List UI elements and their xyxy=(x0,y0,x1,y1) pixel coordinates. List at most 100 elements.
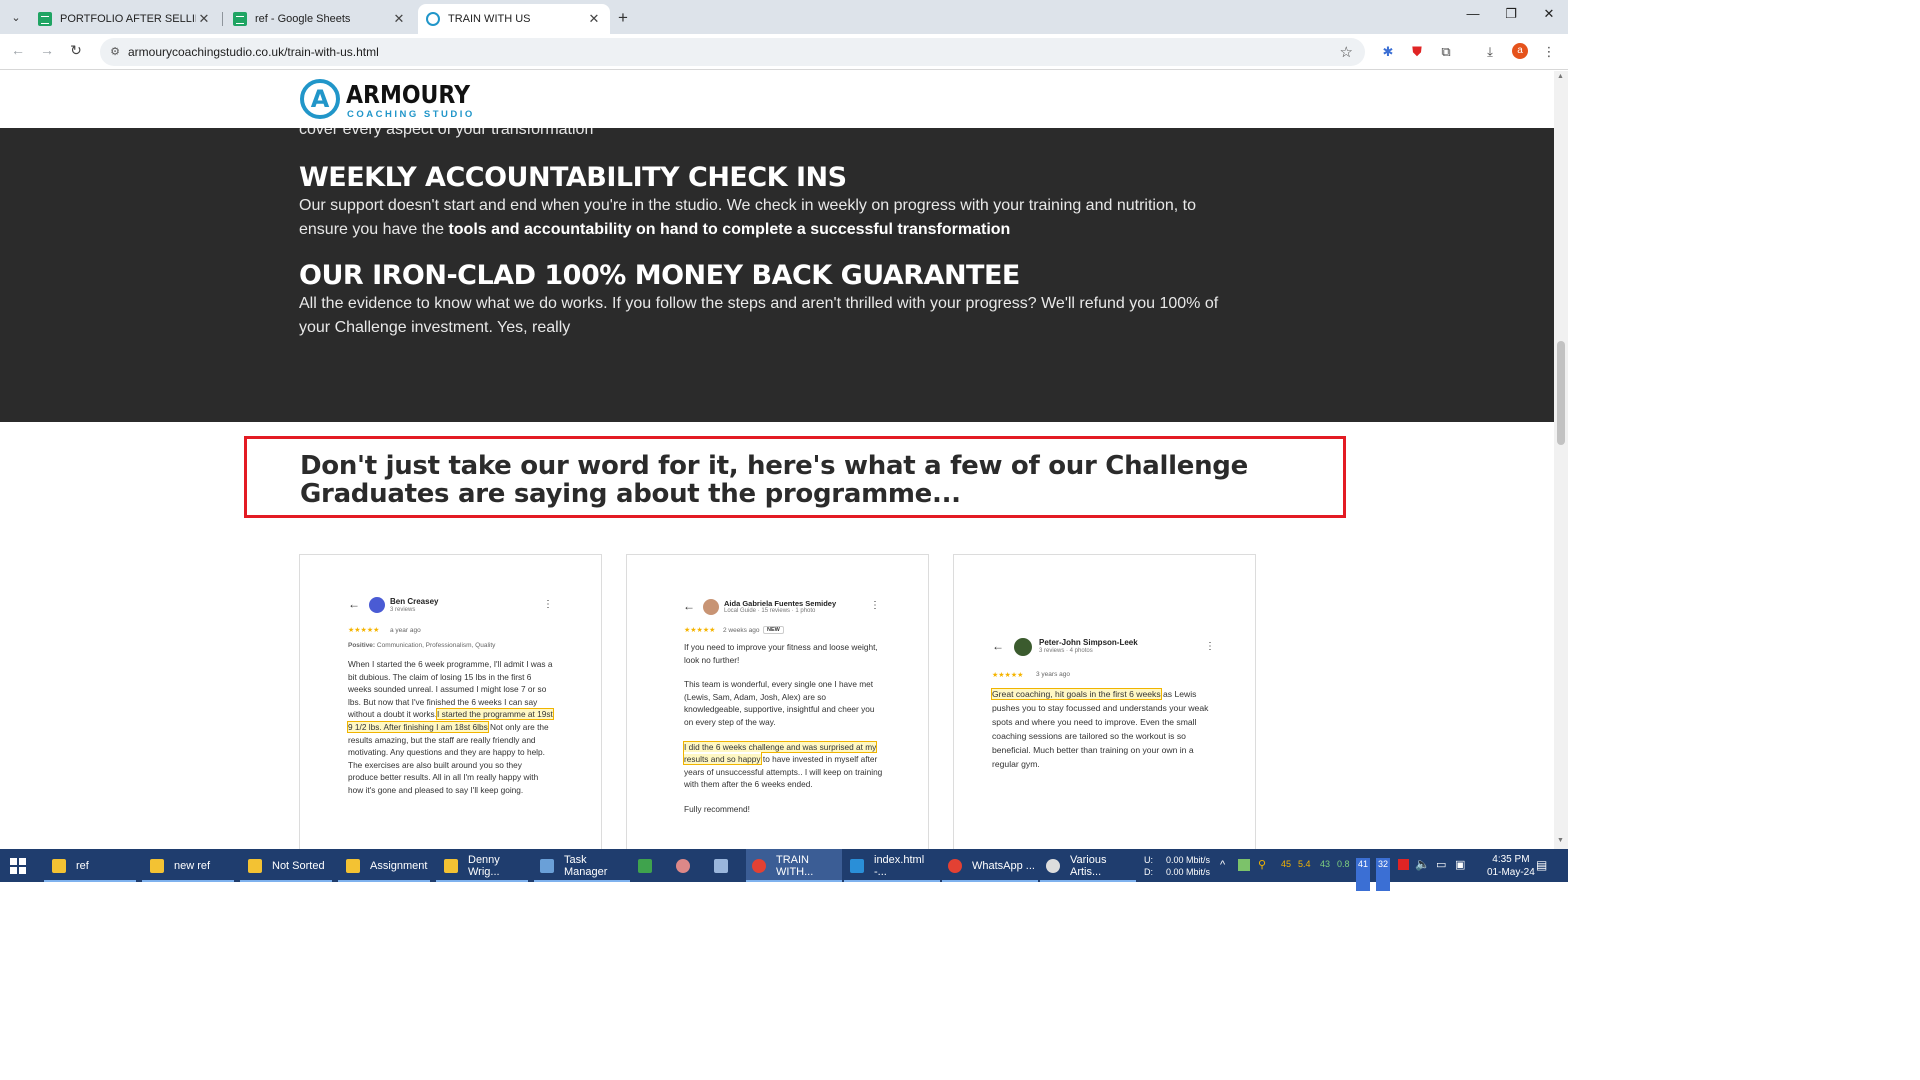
review-paragraph: If you need to improve your fitness and … xyxy=(684,642,878,665)
tray-chevron-icon[interactable]: ^ xyxy=(1220,859,1225,892)
clock[interactable]: 4:35 PM 01-May-24 xyxy=(1487,853,1535,879)
taskbar-pinned-app[interactable] xyxy=(676,849,700,882)
reviewer-meta: 3 reviews · 4 photos xyxy=(1039,648,1093,654)
spreadsheet-app-icon xyxy=(638,858,652,873)
shield-extension-icon[interactable]: ⛊ xyxy=(1409,44,1425,60)
upload-rate: 0.00 Mbit/s xyxy=(1166,855,1211,865)
minimize-icon[interactable]: — xyxy=(1458,6,1488,21)
reload-icon[interactable]: ↻ xyxy=(66,42,86,59)
toolbar: ← → ↻ ⚙ armourycoachingstudio.co.uk/trai… xyxy=(0,34,1568,70)
taskbar-item-vscode[interactable]: index.html -... xyxy=(844,849,940,882)
star-rating: ★★★★★ xyxy=(348,627,380,634)
armoury-logo-icon[interactable]: A xyxy=(300,79,340,119)
taskbar-label: new ref xyxy=(174,859,211,872)
positive-label: Positive: xyxy=(348,642,376,649)
scroll-up-icon[interactable]: ▲ xyxy=(1557,73,1564,80)
tab-ref-sheets[interactable]: ref - Google Sheets ✕ xyxy=(225,4,415,34)
accountability-text: Our support doesn't start and end when y… xyxy=(299,194,1239,242)
notifications-icon[interactable]: ▤ xyxy=(1536,858,1547,891)
menu-icon[interactable]: ⋮ xyxy=(1541,44,1557,60)
tray-badge[interactable]: 32 xyxy=(1376,858,1391,891)
scroll-down-icon[interactable]: ▼ xyxy=(1557,837,1564,844)
avatar xyxy=(703,599,719,615)
close-icon[interactable]: ✕ xyxy=(196,11,212,27)
review-text-b: as Lewis pushes you to stay focussed and… xyxy=(992,689,1209,769)
taskbar-pinned-app[interactable] xyxy=(714,849,738,882)
taskbar-pinned-app[interactable] xyxy=(638,849,662,882)
extension-icon[interactable]: ✱ xyxy=(1380,44,1396,60)
tray-search-icon[interactable]: ⚲ xyxy=(1258,858,1266,891)
tray-app-icon[interactable] xyxy=(1238,859,1250,871)
more-icon: ⋮ xyxy=(543,599,553,610)
review-text: When I started the 6 week programme, I'l… xyxy=(347,658,554,797)
tab-separator xyxy=(222,12,223,26)
vscode-icon xyxy=(850,858,864,873)
chrome-app-icon xyxy=(948,858,962,873)
tab-search-icon[interactable]: ⌄ xyxy=(6,8,26,26)
review-card: ← Peter-John Simpson-Leek 3 reviews · 4 … xyxy=(953,554,1256,849)
taskbar: ref new ref Not Sorted Assignment Denny … xyxy=(0,849,1568,891)
taskbar-item-whatsapp[interactable]: WhatsApp ... xyxy=(942,849,1038,882)
logo-subtitle: COACHING STUDIO xyxy=(347,109,475,120)
tab-title: ref - Google Sheets xyxy=(255,13,351,25)
taskbar-item-music[interactable]: Various Artis... xyxy=(1040,849,1136,882)
review-paragraph: I did the 6 weeks challenge and was surp… xyxy=(682,740,884,791)
url-text[interactable]: armourycoachingstudio.co.uk/train-with-u… xyxy=(128,45,379,59)
taskbar-item-ref[interactable]: ref xyxy=(44,849,136,882)
reviewer-meta: 3 reviews xyxy=(390,607,416,613)
new-tab-button[interactable]: + xyxy=(618,8,628,28)
download-rate: 0.00 Mbit/s xyxy=(1166,867,1211,877)
taskbar-item-not-sorted[interactable]: Not Sorted xyxy=(240,849,332,882)
address-bar[interactable]: ⚙ armourycoachingstudio.co.uk/train-with… xyxy=(100,38,1365,66)
scroll-thumb[interactable] xyxy=(1557,341,1565,445)
more-icon: ⋮ xyxy=(870,600,880,611)
back-icon[interactable]: ← xyxy=(8,42,28,58)
tab-portfolio[interactable]: PORTFOLIO AFTER SELLING - G ✕ xyxy=(30,4,220,34)
forward-icon[interactable]: → xyxy=(37,42,57,58)
page-scrollbar[interactable]: ▲ ▼ xyxy=(1554,71,1568,849)
clock-time: 4:35 PM xyxy=(1492,854,1530,865)
positive-tags: Positive: Communication, Professionalism… xyxy=(348,642,495,649)
upload-label: U: xyxy=(1144,855,1153,865)
network-icon[interactable]: ▣ xyxy=(1455,858,1465,891)
taskbar-item-new-ref[interactable]: new ref xyxy=(142,849,234,882)
taskbar-label: TRAIN WITH... xyxy=(776,853,814,878)
guarantee-heading: OUR IRON-CLAD 100% MONEY BACK GUARANTEE xyxy=(299,260,1020,291)
site-header: A ARMOURY COACHING STUDIO xyxy=(0,71,1554,128)
windows-start-icon[interactable] xyxy=(10,858,26,874)
back-arrow-icon: ← xyxy=(348,597,360,611)
taskbar-item-chrome[interactable]: TRAIN WITH... xyxy=(746,849,842,882)
logo-name[interactable]: ARMOURY xyxy=(346,80,470,109)
puzzle-icon[interactable]: ⧉ xyxy=(1438,44,1454,60)
restore-icon[interactable]: ❐ xyxy=(1496,6,1526,22)
taskbar-item-denny[interactable]: Denny Wrig... xyxy=(436,849,528,882)
close-icon[interactable]: ✕ xyxy=(586,11,602,27)
profile-avatar[interactable]: a xyxy=(1512,43,1528,59)
taskbar-item-task-manager[interactable]: Task Manager xyxy=(534,849,630,882)
site-info-icon[interactable]: ⚙ xyxy=(108,45,122,59)
tray-badge[interactable]: 41 xyxy=(1356,858,1371,891)
window-close-icon[interactable]: ✕ xyxy=(1534,6,1564,22)
taskbar-item-assignment[interactable]: Assignment xyxy=(338,849,430,882)
review-card: ← Aida Gabriela Fuentes Semidey Local Gu… xyxy=(626,554,929,849)
sheets-icon xyxy=(38,12,52,26)
volume-icon[interactable]: 🔈 xyxy=(1415,857,1430,890)
reviewer-name: Aida Gabriela Fuentes Semidey xyxy=(724,599,837,608)
folder-icon xyxy=(52,858,66,873)
review-age: 3 years ago xyxy=(1036,671,1070,678)
taskbar-label: Not Sorted xyxy=(272,859,325,872)
clock-date: 01-May-24 xyxy=(1487,867,1535,878)
antivirus-icon[interactable] xyxy=(1398,859,1409,870)
taskbar-label: Assignment xyxy=(370,859,428,872)
close-icon[interactable]: ✕ xyxy=(391,11,407,27)
review-card: ← Ben Creasey 3 reviews ⋮ ★★★★★ a year a… xyxy=(299,554,602,849)
power-icon[interactable]: ▭ xyxy=(1436,858,1446,891)
tab-train-with-us[interactable]: TRAIN WITH US ✕ xyxy=(418,4,610,34)
new-badge: NEW xyxy=(763,626,784,634)
armoury-icon xyxy=(426,12,440,26)
bookmark-star-icon[interactable]: ☆ xyxy=(1340,43,1353,61)
star-rating: ★★★★★ xyxy=(992,672,1024,679)
cpu-temp: 45 xyxy=(1281,859,1292,869)
star-rating: ★★★★★ xyxy=(684,627,716,634)
download-icon[interactable]: ⤓ xyxy=(1482,44,1498,60)
